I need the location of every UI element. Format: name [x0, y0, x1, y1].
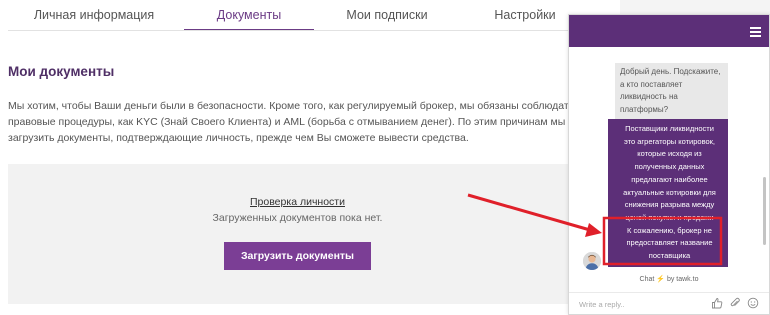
- intro-line: Мы хотим, чтобы Ваши деньги были в безоп…: [8, 100, 604, 112]
- agent-message-highlighted-text: К сожалению, брокер не предоставляет наз…: [626, 225, 713, 261]
- attach-icon[interactable]: [729, 297, 741, 309]
- documents-upload-panel: [8, 164, 620, 304]
- avatar-icon: [583, 252, 601, 270]
- agent-message-line: предлагают наиболее: [631, 174, 708, 184]
- emoji-icon[interactable]: [747, 297, 759, 309]
- page-title: Мои документы: [8, 64, 115, 79]
- agent-message-line: это агрегаторы котировок,: [623, 136, 716, 146]
- no-documents-message: Загруженных документов пока нет.: [212, 212, 383, 224]
- chat-scrollbar[interactable]: [763, 177, 766, 245]
- thumbs-up-icon[interactable]: [711, 297, 723, 309]
- agent-message-line: полученных данных: [634, 162, 705, 172]
- agent-message-line: снижения разрыва между: [624, 200, 715, 210]
- powered-by-label: Chat ⚡ by tawk.to: [569, 275, 769, 283]
- documents-intro-text: Мы хотим, чтобы Ваши деньги были в безоп…: [8, 98, 625, 146]
- tab-personal-info[interactable]: Личная информация: [14, 0, 174, 29]
- agent-message: Поставщики ликвидности это агрегаторы ко…: [608, 119, 728, 267]
- user-message: Добрый день. Подскажите, а кто поставляе…: [615, 63, 728, 119]
- chat-footer: [569, 292, 769, 314]
- identity-verification-link[interactable]: Проверка личности: [0, 196, 595, 208]
- chat-header: [569, 15, 769, 47]
- tab-documents[interactable]: Документы: [184, 0, 314, 29]
- profile-tabs: Личная информация Документы Мои подписки…: [0, 0, 620, 31]
- intro-line: правовые процедуры, как KYC (Знай Своего…: [8, 116, 625, 128]
- reply-input[interactable]: [579, 297, 699, 311]
- intro-line: загрузить документы, подтверждающие личн…: [8, 132, 469, 144]
- powered-suffix: by tawk.to: [666, 276, 699, 283]
- agent-message-line: Поставщики ликвидности: [625, 124, 714, 133]
- agent-message-line: которые исходя из: [637, 149, 702, 159]
- agent-message-line: актуальные котировки для: [623, 187, 716, 197]
- tabs-divider: [8, 30, 620, 31]
- powered-prefix: Chat: [639, 276, 655, 283]
- tab-subscriptions[interactable]: Мои подписки: [322, 0, 452, 29]
- agent-message-line: ценой покупки и продажи: [625, 212, 714, 222]
- chat-messages: Добрый день. Подскажите, а кто поставляе…: [569, 47, 769, 300]
- lightning-icon: ⚡: [656, 276, 665, 283]
- chat-widget: Добрый день. Подскажите, а кто поставляе…: [568, 14, 770, 315]
- upload-documents-button[interactable]: Загрузить документы: [224, 242, 371, 270]
- menu-icon[interactable]: [750, 27, 761, 37]
